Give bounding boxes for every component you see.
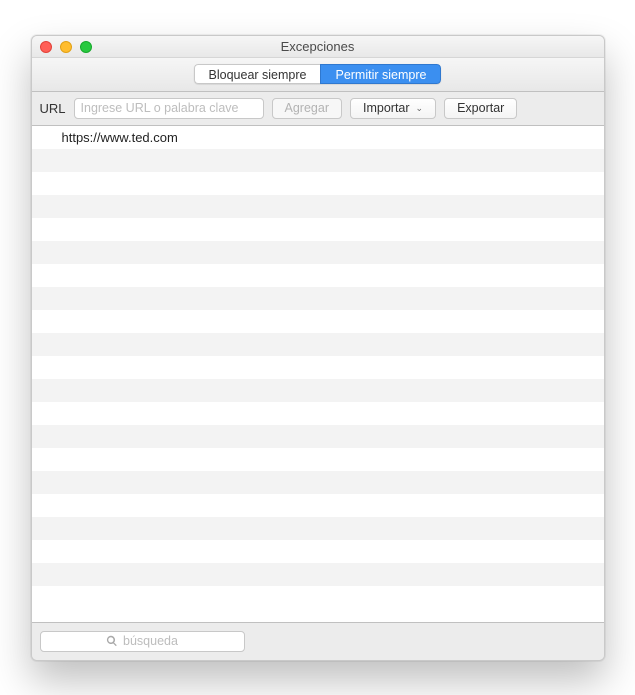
segmented-control: Bloquear siempre Permitir siempre (194, 64, 442, 84)
import-button-label: Importar (363, 101, 410, 115)
url-list[interactable]: https://www.ted.com (32, 126, 604, 622)
tab-allow[interactable]: Permitir siempre (320, 64, 441, 84)
add-button[interactable]: Agregar (272, 98, 342, 119)
list-item (32, 448, 604, 471)
list-item (32, 402, 604, 425)
list-item (32, 379, 604, 402)
zoom-icon[interactable] (80, 41, 92, 53)
list-item (32, 356, 604, 379)
tab-block[interactable]: Bloquear siempre (194, 64, 321, 84)
list-item (32, 517, 604, 540)
titlebar: Excepciones (32, 36, 604, 58)
list-item (32, 195, 604, 218)
tabbar: Bloquear siempre Permitir siempre (32, 58, 604, 92)
list-item[interactable]: https://www.ted.com (32, 126, 604, 149)
search-placeholder: búsqueda (123, 634, 178, 648)
chevron-down-icon: ⌄ (416, 103, 424, 114)
close-icon[interactable] (40, 41, 52, 53)
search-icon (106, 635, 118, 647)
list-item (32, 287, 604, 310)
list-item (32, 333, 604, 356)
list-item (32, 494, 604, 517)
list-item (32, 172, 604, 195)
list-item (32, 264, 604, 287)
export-button[interactable]: Exportar (444, 98, 517, 119)
list-item (32, 310, 604, 333)
list-item (32, 149, 604, 172)
list-item (32, 540, 604, 563)
list-item (32, 471, 604, 494)
list-item (32, 241, 604, 264)
list-item (32, 563, 604, 586)
url-input[interactable] (74, 98, 264, 119)
minimize-icon[interactable] (60, 41, 72, 53)
footer: búsqueda (32, 622, 604, 660)
search-field[interactable]: búsqueda (40, 631, 245, 652)
import-button[interactable]: Importar ⌄ (350, 98, 436, 119)
url-label: URL (40, 101, 66, 116)
window-title: Excepciones (281, 39, 355, 54)
exceptions-window: Excepciones Bloquear siempre Permitir si… (31, 35, 605, 661)
list-item (32, 425, 604, 448)
list-item (32, 218, 604, 241)
toolbar: URL Agregar Importar ⌄ Exportar (32, 92, 604, 126)
traffic-lights (40, 41, 92, 53)
